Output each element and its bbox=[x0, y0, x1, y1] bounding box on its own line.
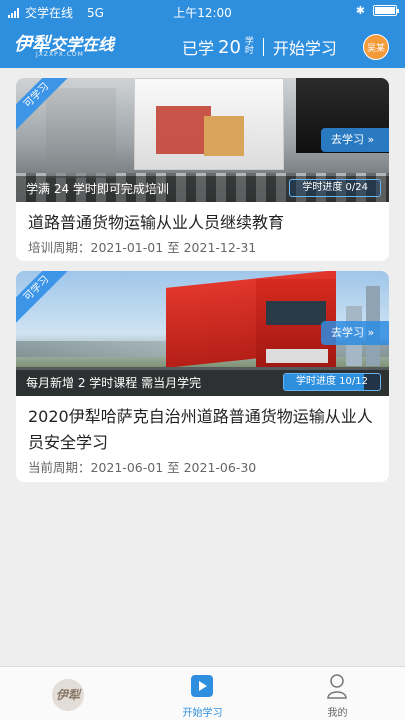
hours-unit: 学时 bbox=[244, 37, 254, 56]
study-progress: 学时进度 0/24 bbox=[289, 179, 381, 197]
nav-item-home[interactable]: 伊犁 bbox=[0, 667, 135, 720]
course-card[interactable]: 可学习 去学习 » 每月新增 2 学时课程 需当月学完 学时进度 10/12 2… bbox=[16, 271, 389, 482]
clock: 上午12:00 bbox=[173, 6, 232, 20]
studied-label: 已学 bbox=[182, 39, 215, 58]
go-study-button[interactable]: 去学习 » bbox=[321, 128, 389, 152]
header-divider bbox=[262, 38, 264, 56]
play-icon bbox=[191, 675, 213, 697]
course-cover-image: 可学习 去学习 » 每月新增 2 学时课程 需当月学完 学时进度 10/12 bbox=[16, 271, 389, 396]
course-title: 道路普通货物运输从业人员继续教育 bbox=[28, 213, 285, 232]
bottom-nav: 伊犁 开始学习 我的 bbox=[0, 666, 405, 720]
top-bar: 交学在线 5G 上午12:00 ✱ 伊犁交学在线 JXZXPX.COM 已学 2… bbox=[0, 0, 405, 68]
course-cover-image: 可学习 去学习 » 学满 24 学时即可完成培训 学时进度 0/24 bbox=[16, 78, 389, 202]
course-card[interactable]: 可学习 去学习 » 学满 24 学时即可完成培训 学时进度 0/24 道路普通货… bbox=[16, 78, 389, 261]
logo-subtitle: JXZXPX.COM bbox=[36, 51, 84, 58]
study-progress: 学时进度 10/12 bbox=[283, 373, 381, 391]
availability-badge: 可学习 bbox=[16, 271, 76, 328]
user-icon bbox=[327, 674, 347, 699]
nav-item-mine[interactable]: 我的 bbox=[270, 667, 405, 720]
app-logo: 伊犁交学在线 JXZXPX.COM bbox=[14, 30, 124, 62]
study-progress-label: 学时进度 10/12 bbox=[296, 376, 368, 387]
bluetooth-icon: ✱ bbox=[355, 4, 365, 17]
app-header: 伊犁交学在线 JXZXPX.COM 已学 20 学时 开始学习 吴某 bbox=[0, 24, 405, 68]
study-progress-label: 学时进度 0/24 bbox=[302, 182, 368, 193]
start-learning-link[interactable]: 开始学习 bbox=[273, 35, 337, 59]
status-bar: 交学在线 5G 上午12:00 ✱ bbox=[0, 0, 405, 22]
course-period: 培训周期：2021-01-01 至 2021-12-31 bbox=[28, 240, 257, 255]
go-study-button[interactable]: 去学习 » bbox=[321, 321, 389, 345]
course-period: 当前周期：2021-06-01 至 2021-06-30 bbox=[28, 460, 257, 475]
course-title: 2020伊犁哈萨克自治州道路普通货物运输从业人员安全学习 bbox=[28, 407, 373, 452]
studied-hours: 20 bbox=[218, 36, 241, 58]
nav-label-start: 开始学习 bbox=[182, 708, 223, 719]
battery-icon bbox=[373, 5, 399, 16]
nav-item-start-learning[interactable]: 开始学习 bbox=[135, 667, 270, 720]
home-logo-icon: 伊犁 bbox=[52, 679, 84, 711]
user-avatar[interactable]: 吴某 bbox=[363, 34, 389, 60]
nav-label-mine: 我的 bbox=[327, 708, 348, 719]
